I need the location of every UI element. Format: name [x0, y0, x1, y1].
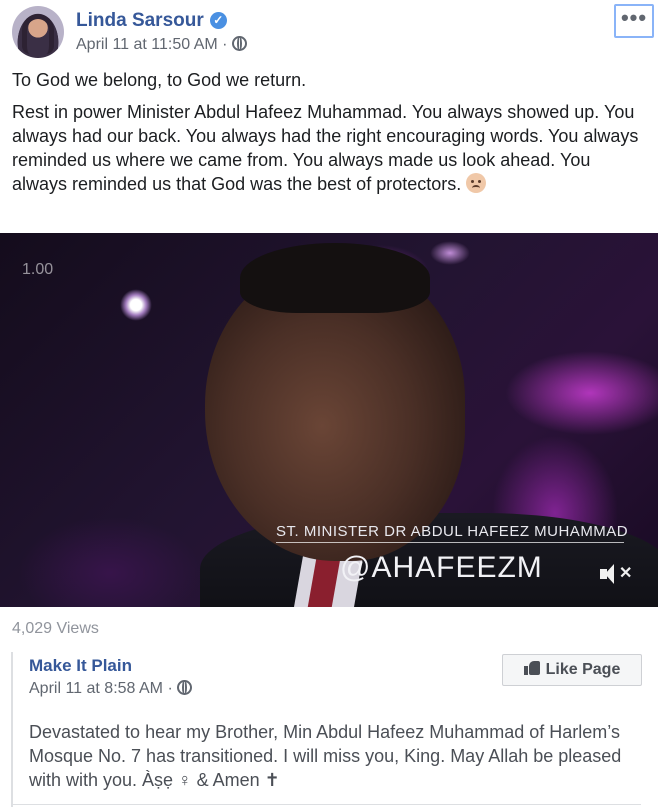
avatar-hijab-shape	[22, 14, 54, 54]
post-meta: April 11 at 11:50 AM ·	[76, 36, 247, 54]
verified-badge-icon: ✓	[209, 12, 227, 29]
lower-third-handle: @AHAFEEZM	[340, 551, 543, 584]
shared-post-meta: April 11 at 8:58 AM ·	[29, 680, 193, 698]
divider	[13, 804, 641, 805]
facebook-post: Linda Sarsour ✓ April 11 at 11:50 AM · ••…	[0, 0, 658, 812]
shared-timestamp-link[interactable]: April 11 at 8:58 AM	[29, 680, 163, 697]
author-name-line: Linda Sarsour ✓	[76, 10, 227, 32]
post-text-paragraph: Rest in power Minister Abdul Hafeez Muha…	[12, 100, 648, 196]
thumbs-up-icon	[523, 661, 540, 675]
post-text-line-1: To God we belong, to God we return.	[12, 70, 307, 90]
crying-face-emoji-icon	[466, 173, 487, 193]
muted-speaker-icon: ✕	[619, 565, 633, 582]
more-options-icon: •••	[620, 5, 648, 30]
shared-post: Make It Plain April 11 at 8:58 AM · Like…	[11, 652, 649, 807]
more-options-button[interactable]: •••	[614, 4, 654, 38]
post-timestamp-link[interactable]: April 11 at 11:50 AM	[76, 36, 218, 53]
meta-separator: ·	[222, 36, 228, 53]
shared-post-text: Devastated to hear my Brother, Min Abdul…	[29, 722, 622, 790]
like-page-label: Like Page	[545, 661, 621, 678]
author-name-link[interactable]: Linda Sarsour	[76, 10, 204, 31]
view-count[interactable]: 4,029 Views	[12, 620, 99, 638]
shared-page-name-link[interactable]: Make It Plain	[29, 656, 132, 676]
unmute-button[interactable]: ✕	[600, 561, 632, 587]
like-page-button[interactable]: Like Page	[502, 654, 642, 686]
stage-light-flare	[120, 289, 152, 321]
shared-meta-separator: ·	[167, 680, 173, 697]
stage-light-flare-2	[430, 241, 470, 265]
author-avatar[interactable]	[12, 6, 64, 58]
video-timestamp-overlay: 1.00	[22, 261, 54, 278]
speaker-hair	[240, 243, 430, 313]
post-header: Linda Sarsour ✓ April 11 at 11:50 AM · ••…	[12, 4, 654, 60]
post-text-body: Rest in power Minister Abdul Hafeez Muha…	[12, 102, 639, 194]
lower-third-name: ST. MINISTER DR ABDUL HAFEEZ MUHAMMAD	[276, 523, 629, 540]
lower-third-rule	[276, 542, 624, 543]
video-player[interactable]: 1.00 ST. MINISTER DR ABDUL HAFEEZ MUHAMM…	[0, 233, 658, 607]
globe-icon[interactable]	[177, 680, 193, 695]
speaker-cone-shape	[605, 564, 614, 584]
globe-icon[interactable]	[231, 36, 247, 51]
